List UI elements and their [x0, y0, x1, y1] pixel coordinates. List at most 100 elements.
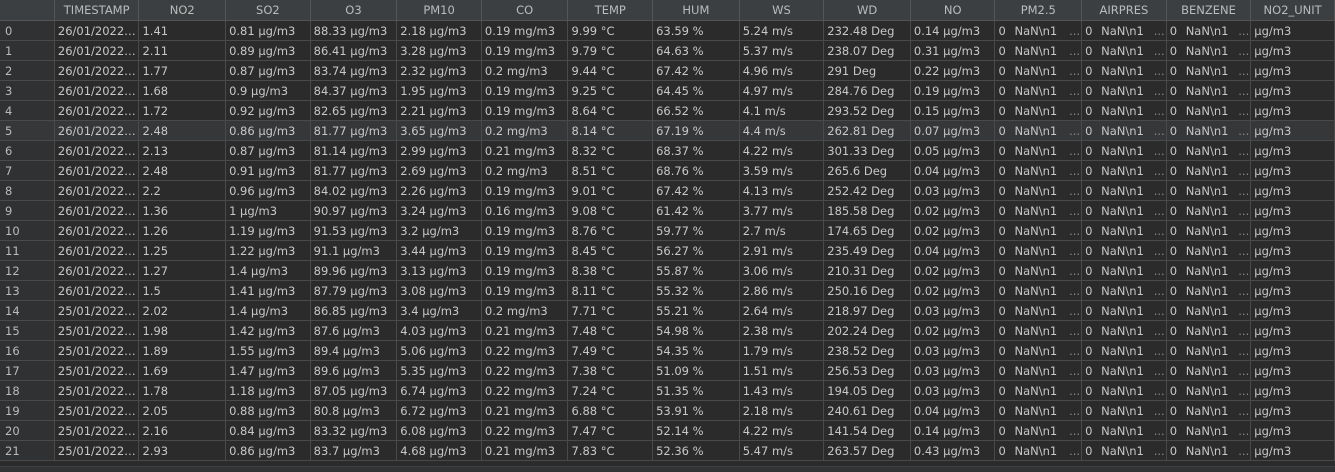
table-row[interactable]: 11 26/01/2022 0... 1.25 1.22 µg/m3 91.1 µg/m…	[0, 240, 1335, 261]
table-cell[interactable]: 64.63 %	[652, 40, 740, 61]
table-cell[interactable]: µg/m3	[1250, 440, 1335, 461]
table-cell[interactable]: 0.19 mg/m3	[481, 20, 569, 41]
table-cell[interactable]: 26/01/2022 0...	[54, 220, 140, 241]
table-cell[interactable]: 8.38 °C	[567, 260, 654, 281]
table-cell[interactable]: 64.45 %	[652, 80, 740, 101]
table-cell[interactable]: 238.07 Deg	[823, 40, 911, 61]
table-cell[interactable]: 7.48 °C	[567, 320, 654, 341]
table-cell[interactable]: 1.25	[138, 240, 227, 261]
table-cell[interactable]: 0.19 mg/m3	[481, 220, 569, 241]
table-cell[interactable]: 0 NaN\n1...	[1081, 80, 1167, 101]
table-cell[interactable]: 0.21 mg/m3	[481, 140, 569, 161]
table-cell[interactable]: 0 NaN\n1...	[1081, 420, 1167, 441]
table-cell[interactable]: 2.7 m/s	[739, 220, 825, 241]
table-cell[interactable]: 0 NaN\n1...	[1166, 320, 1252, 341]
table-cell[interactable]: 293.52 Deg	[823, 100, 911, 121]
table-cell[interactable]: 1.55 µg/m3	[225, 340, 311, 361]
table-cell[interactable]: 0 NaN\n1...	[1081, 100, 1167, 121]
column-header-ws[interactable]: WS	[739, 0, 825, 21]
table-cell[interactable]: 0.19 mg/m3	[481, 80, 569, 101]
table-cell[interactable]: 0 NaN\n1...	[1081, 180, 1167, 201]
table-cell[interactable]: 0.19 mg/m3	[481, 240, 569, 261]
table-cell[interactable]: 61.42 %	[652, 200, 740, 221]
table-cell[interactable]: 6.74 µg/m3	[396, 380, 482, 401]
table-cell[interactable]: 0.87 µg/m3	[225, 60, 311, 81]
table-cell[interactable]: 240.61 Deg	[823, 400, 911, 421]
table-cell[interactable]: 3.4 µg/m3	[396, 300, 482, 321]
table-cell[interactable]: 4.68 µg/m3	[396, 440, 482, 461]
table-cell[interactable]: 1.22 µg/m3	[225, 240, 311, 261]
table-cell[interactable]: 0.21 mg/m3	[481, 440, 569, 461]
table-cell[interactable]: 1.89	[138, 340, 227, 361]
table-row[interactable]: 1 26/01/2022 1... 2.11 0.89 µg/m3 86.41 µg/m…	[0, 40, 1335, 61]
table-cell[interactable]: 2.93	[138, 440, 227, 461]
table-cell[interactable]: 5.24 m/s	[739, 20, 825, 41]
table-cell[interactable]: 4.4 m/s	[739, 120, 825, 141]
table-cell[interactable]: µg/m3	[1250, 180, 1335, 201]
row-index[interactable]: 1	[0, 40, 55, 61]
table-row[interactable]: 4 26/01/2022 0... 1.72 0.92 µg/m3 82.65 µg/m…	[0, 100, 1335, 121]
row-index[interactable]: 12	[0, 260, 55, 281]
table-cell[interactable]: 26/01/2022 1...	[54, 20, 140, 41]
table-cell[interactable]: 0.03 µg/m3	[910, 340, 996, 361]
table-cell[interactable]: µg/m3	[1250, 20, 1335, 41]
row-index[interactable]: 5	[0, 120, 55, 141]
table-cell[interactable]: 0.03 µg/m3	[910, 180, 996, 201]
table-cell[interactable]: 2.64 m/s	[739, 300, 825, 321]
table-cell[interactable]: 252.42 Deg	[823, 180, 911, 201]
table-cell[interactable]: 87.05 µg/m3	[310, 380, 398, 401]
table-cell[interactable]: 7.83 °C	[567, 440, 654, 461]
table-cell[interactable]: 8.51 °C	[567, 160, 654, 181]
table-cell[interactable]: 0 NaN\n1...	[1081, 240, 1167, 261]
table-cell[interactable]: 2.18 µg/m3	[396, 20, 482, 41]
table-cell[interactable]: 26/01/2022 0...	[54, 160, 140, 181]
table-cell[interactable]: 0 NaN\n1...	[994, 220, 1083, 241]
table-row[interactable]: 14 25/01/2022 2... 2.02 1.4 µg/m3 86.85 µg/m…	[0, 300, 1335, 321]
table-cell[interactable]: 0.14 µg/m3	[910, 420, 996, 441]
table-cell[interactable]: 0 NaN\n1...	[994, 60, 1083, 81]
table-cell[interactable]: 63.59 %	[652, 20, 740, 41]
table-cell[interactable]: 4.22 m/s	[739, 140, 825, 161]
table-cell[interactable]: 0 NaN\n1...	[1081, 360, 1167, 381]
table-cell[interactable]: 9.44 °C	[567, 60, 654, 81]
table-cell[interactable]: 83.32 µg/m3	[310, 420, 398, 441]
table-cell[interactable]: 26/01/2022 0...	[54, 240, 140, 261]
table-cell[interactable]: 87.6 µg/m3	[310, 320, 398, 341]
table-cell[interactable]: 55.87 %	[652, 260, 740, 281]
column-header-o3[interactable]: O3	[310, 0, 398, 21]
table-cell[interactable]: 0 NaN\n1...	[1166, 100, 1252, 121]
row-index[interactable]: 8	[0, 180, 55, 201]
table-cell[interactable]: 2.48	[138, 160, 227, 181]
table-cell[interactable]: 0.22 mg/m3	[481, 380, 569, 401]
table-cell[interactable]: 2.16	[138, 420, 227, 441]
table-cell[interactable]: 80.8 µg/m3	[310, 400, 398, 421]
table-cell[interactable]: 218.97 Deg	[823, 300, 911, 321]
table-cell[interactable]: 7.24 °C	[567, 380, 654, 401]
table-cell[interactable]: 0 NaN\n1...	[1081, 200, 1167, 221]
table-cell[interactable]: µg/m3	[1250, 260, 1335, 281]
column-header-timestamp[interactable]: TIMESTAMP	[54, 0, 140, 21]
table-cell[interactable]: 4.13 m/s	[739, 180, 825, 201]
table-cell[interactable]: 0.2 mg/m3	[481, 300, 569, 321]
table-cell[interactable]: µg/m3	[1250, 240, 1335, 261]
column-header-no2-unit[interactable]: NO2_UNIT	[1250, 0, 1335, 21]
table-cell[interactable]: 3.06 m/s	[739, 260, 825, 281]
table-row[interactable]: 526/01/2022 08:02.480.86 µg/m381.77 µg/m…	[0, 120, 1335, 141]
row-index[interactable]: 17	[0, 360, 55, 381]
column-header-no[interactable]: NO	[910, 0, 996, 21]
table-cell[interactable]: 0.19 mg/m3	[481, 40, 569, 61]
table-cell[interactable]: 0.89 µg/m3	[225, 40, 311, 61]
table-cell[interactable]: 5.35 µg/m3	[396, 360, 482, 381]
table-cell[interactable]: 3.44 µg/m3	[396, 240, 482, 261]
table-cell[interactable]: 26/01/2022 0...	[54, 180, 140, 201]
table-cell[interactable]: 0 NaN\n1...	[1081, 260, 1167, 281]
table-cell[interactable]: 291 Deg	[823, 60, 911, 81]
table-cell[interactable]: µg/m3	[1250, 160, 1335, 181]
table-cell[interactable]: 53.91 %	[652, 400, 740, 421]
table-cell[interactable]: 52.36 %	[652, 440, 740, 461]
table-cell[interactable]: 9.79 °C	[567, 40, 654, 61]
table-cell[interactable]: 83.74 µg/m3	[310, 60, 398, 81]
table-cell[interactable]: 0 NaN\n1...	[1081, 60, 1167, 81]
column-header-airpres[interactable]: AIRPRES	[1081, 0, 1167, 21]
table-cell[interactable]: 4.1 m/s	[739, 100, 825, 121]
